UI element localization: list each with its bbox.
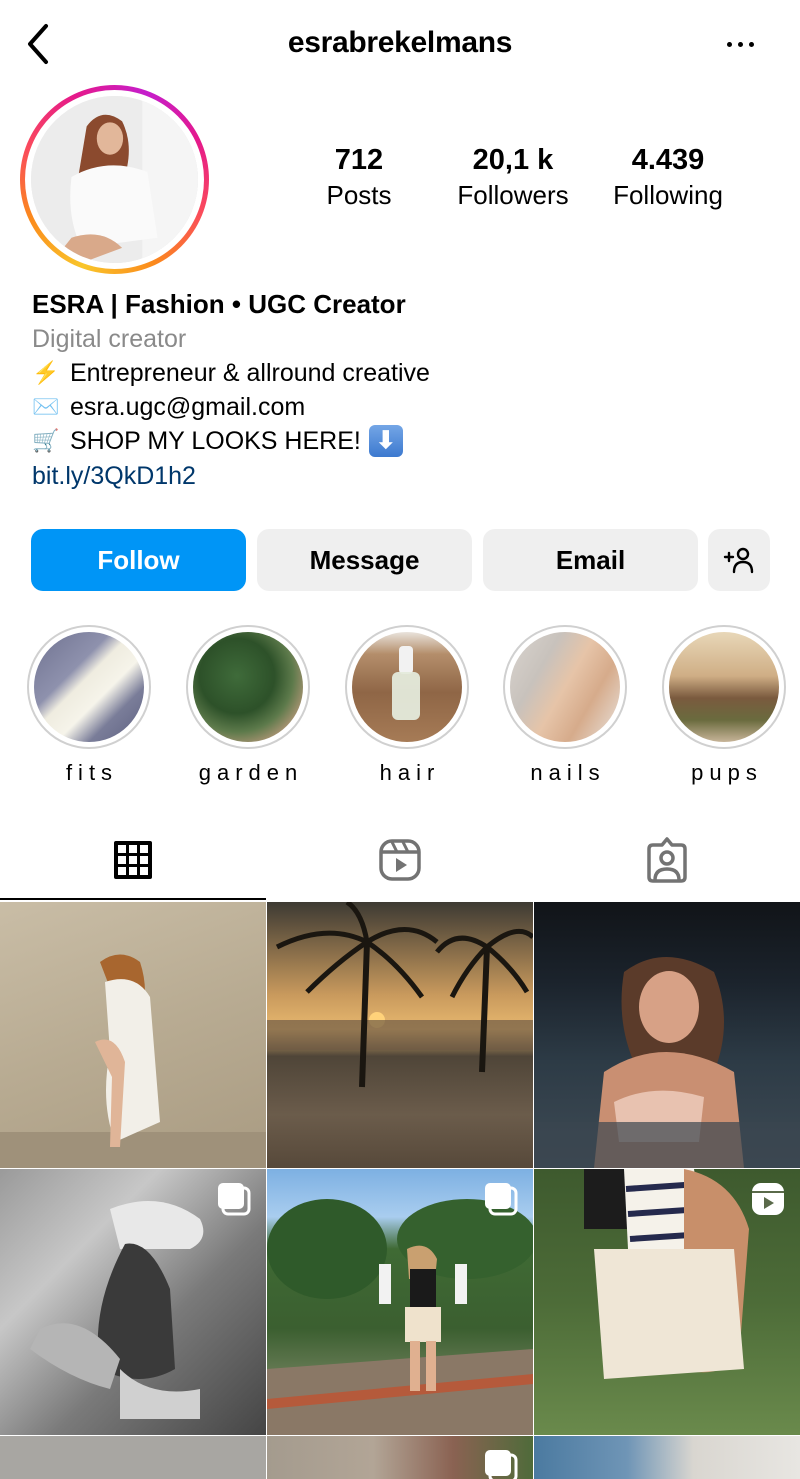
top-bar: esrabrekelmans [0, 0, 800, 86]
follow-button[interactable]: Follow [31, 529, 246, 591]
highlight-pups[interactable]: pups [662, 625, 786, 787]
highlight-cover [669, 632, 779, 742]
highlight-ring [662, 625, 786, 749]
posts-label: Posts [326, 180, 392, 210]
highlight-cover [193, 632, 303, 742]
highlight-garden[interactable]: garden [186, 625, 310, 787]
down-arrow-icon: ⬇ [368, 425, 403, 457]
highlight-label: fits [65, 760, 119, 785]
grid-post[interactable] [0, 1169, 266, 1435]
grid-icon [114, 841, 152, 879]
highlight-ring [186, 625, 310, 749]
tab-reels[interactable] [267, 820, 533, 900]
carousel-icon [218, 1183, 251, 1216]
reel-icon [752, 1183, 784, 1215]
message-button[interactable]: Message [257, 529, 472, 591]
grid-post[interactable] [267, 1436, 533, 1479]
highlight-label: garden [198, 760, 304, 785]
profile-stats: 712 Posts 20,1 k Followers 4.439 Followi… [300, 142, 760, 222]
suggested-users-button[interactable] [708, 529, 770, 591]
profile-bio: ESRA | Fashion • UGC Creator Digital cre… [32, 286, 772, 494]
following-label: Following [613, 180, 723, 210]
carousel-icon [485, 1183, 518, 1216]
highlight-hair[interactable]: hair [345, 625, 469, 787]
display-name: ESRA | Fashion • UGC Creator [32, 289, 406, 319]
post-image [0, 954, 266, 1168]
more-dot [748, 41, 754, 47]
stat-posts[interactable]: 712 Posts [314, 142, 404, 212]
bio-line: 🛒 SHOP MY LOOKS HERE! ⬇ [32, 424, 772, 458]
followers-count: 20,1 k [472, 144, 554, 176]
highlight-cover [34, 632, 144, 742]
highlight-cover [352, 632, 462, 742]
profile-tabs [0, 820, 800, 900]
grid-post[interactable] [267, 1169, 533, 1435]
following-count: 4.439 [631, 144, 705, 176]
post-image [267, 902, 533, 1088]
tab-posts-grid[interactable] [0, 820, 266, 900]
chevron-left-icon [28, 24, 48, 64]
lightning-icon: ⚡ [32, 360, 60, 385]
bio-line: ✉️ esra.ugc@gmail.com [32, 390, 772, 424]
grid-post[interactable] [534, 1169, 800, 1435]
profile-avatar-story-ring[interactable] [20, 85, 209, 274]
email-button[interactable]: Email [483, 529, 698, 591]
posts-count: 712 [334, 144, 384, 176]
followers-label: Followers [457, 180, 569, 210]
bio-link[interactable]: bit.ly/3QkD1h2 [32, 458, 196, 494]
bio-line: ⚡ Entrepreneur & allround creative [32, 356, 772, 390]
profile-actions: Follow Message Email [31, 529, 771, 591]
bio-line-text: SHOP MY LOOKS HERE! [70, 427, 361, 455]
add-user-icon [723, 547, 754, 574]
highlight-ring [27, 625, 151, 749]
bio-line-text: esra.ugc@gmail.com [70, 393, 306, 421]
tab-tagged[interactable] [534, 820, 800, 900]
grid-post[interactable] [534, 902, 800, 1168]
category-label: Digital creator [32, 325, 187, 353]
highlight-label: nails [530, 760, 606, 785]
more-dot [737, 41, 743, 47]
envelope-icon: ✉️ [32, 394, 60, 419]
reels-icon [379, 839, 421, 881]
avatar-photo [31, 96, 198, 263]
grid-post[interactable] [0, 1436, 266, 1479]
highlight-nails[interactable]: nails [503, 625, 627, 787]
tagged-user-icon [647, 837, 687, 883]
stat-followers[interactable]: 20,1 k Followers [448, 142, 578, 212]
back-button[interactable] [22, 22, 56, 66]
highlight-fits[interactable]: fits [27, 625, 151, 787]
highlight-ring [345, 625, 469, 749]
more-options-button[interactable] [720, 36, 760, 52]
grid-post[interactable] [0, 902, 266, 1168]
avatar-border [25, 90, 204, 269]
grid-post[interactable] [534, 1436, 800, 1479]
story-highlights: fits garden hair nails pups [0, 625, 800, 790]
post-image [534, 957, 800, 1168]
more-horizontal-icon [726, 41, 732, 47]
highlight-label: hair [379, 760, 441, 785]
highlight-ring [503, 625, 627, 749]
highlight-label: pups [691, 760, 763, 785]
stat-following[interactable]: 4.439 Following [600, 142, 736, 212]
highlight-cover [510, 632, 620, 742]
shopping-cart-icon: 🛒 [32, 428, 60, 453]
avatar [31, 96, 198, 263]
bio-line-text: Entrepreneur & allround creative [70, 359, 430, 387]
carousel-icon [485, 1450, 518, 1479]
profile-username: esrabrekelmans [287, 26, 513, 59]
grid-post[interactable] [267, 902, 533, 1168]
